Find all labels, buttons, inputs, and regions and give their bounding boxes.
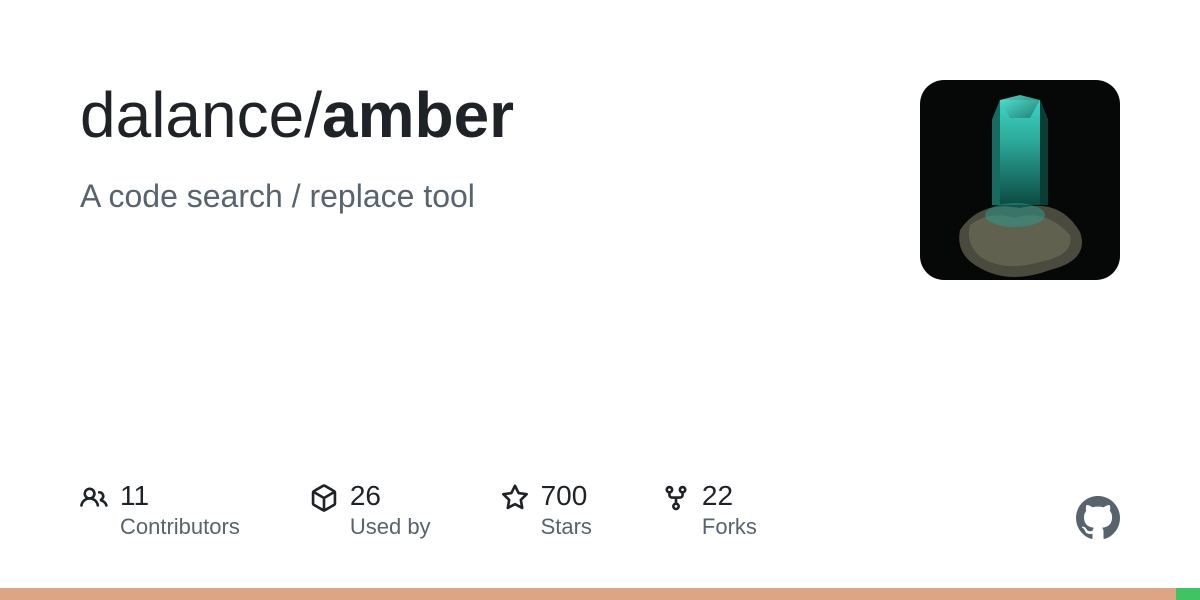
language-bar [0, 588, 1200, 600]
stat-usedby[interactable]: 26 Used by [310, 482, 431, 540]
crystal-image [930, 90, 1110, 280]
language-segment-primary [0, 588, 1176, 600]
repo-stats: 11 Contributors 26 Used by 700 Stars [80, 482, 757, 540]
github-logo-icon[interactable] [1076, 496, 1120, 540]
stars-count: 700 [541, 482, 592, 510]
usedby-label: Used by [350, 514, 431, 540]
stat-forks[interactable]: 22 Forks [662, 482, 757, 540]
slash-divider: / [304, 79, 322, 151]
star-icon [501, 484, 529, 512]
repo-owner[interactable]: dalance [80, 79, 304, 151]
repo-title: dalance/amber [80, 80, 920, 150]
stars-label: Stars [541, 514, 592, 540]
forks-label: Forks [702, 514, 757, 540]
repo-avatar[interactable] [920, 80, 1120, 280]
usedby-count: 26 [350, 482, 431, 510]
repo-description: A code search / replace tool [80, 178, 920, 215]
forks-count: 22 [702, 482, 757, 510]
people-icon [80, 484, 108, 512]
repo-name[interactable]: amber [322, 79, 514, 151]
contributors-label: Contributors [120, 514, 240, 540]
contributors-count: 11 [120, 482, 240, 510]
stat-contributors[interactable]: 11 Contributors [80, 482, 240, 540]
language-segment-other [1176, 588, 1200, 600]
stat-stars[interactable]: 700 Stars [501, 482, 592, 540]
package-icon [310, 484, 338, 512]
fork-icon [662, 484, 690, 512]
